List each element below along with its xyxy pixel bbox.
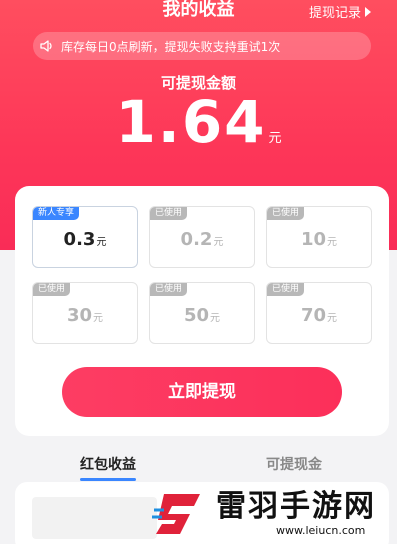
option-tag: 已使用 [150,207,188,220]
active-tab-indicator [80,478,136,481]
withdraw-record-link[interactable]: 提现记录 [309,2,371,21]
amount-option[interactable]: 已使用 0.2元 [149,206,255,268]
option-tag: 已使用 [267,283,305,296]
list-item [32,497,157,539]
triangle-right-icon [365,6,371,17]
tab-red-packet-earnings[interactable]: 红包收益 [80,454,136,474]
withdraw-card: 新人专享 0.3元 已使用 0.2元 已使用 10元 已使用 30元 已使用 5… [15,186,389,436]
option-number: 0.3 [63,229,96,250]
option-value: 70元 [267,305,371,326]
option-unit: 元 [213,237,224,248]
notice-bar: 库存每日0点刷新，提现失败支持重试1次 [33,32,371,60]
withdraw-record-label: 提现记录 [308,6,361,21]
earnings-tabs: 红包收益 可提现金 [0,450,397,484]
speaker-icon [40,40,52,52]
amount-option[interactable]: 已使用 10元 [266,206,372,268]
option-value: 50元 [150,305,254,326]
balance-amount: 1.64 元 [0,88,397,156]
option-tag: 新人专享 [33,207,80,220]
option-unit: 元 [96,237,107,248]
tab-withdrawable-cash[interactable]: 可提现金 [266,454,322,474]
option-number: 0.2 [180,229,213,250]
amount-option[interactable]: 已使用 50元 [149,282,255,344]
balance-unit: 元 [268,131,282,146]
option-tag: 已使用 [150,283,188,296]
option-unit: 元 [210,313,221,324]
notice-text: 库存每日0点刷新，提现失败支持重试1次 [61,39,281,54]
option-tag: 已使用 [33,283,71,296]
amount-option[interactable]: 新人专享 0.3元 [32,206,138,268]
option-number: 50 [183,305,210,326]
watermark-url: www.leiucn.com [276,523,366,537]
withdraw-now-button[interactable]: 立即提现 [62,367,342,417]
option-number: 30 [66,305,93,326]
balance-number: 1.64 [115,88,267,156]
amount-option[interactable]: 已使用 70元 [266,282,372,344]
watermark-name: 雷羽手游网 [216,488,376,524]
option-tag: 已使用 [267,207,305,220]
option-number: 70 [300,305,327,326]
watermark-text: 雷羽手游网 www.leiucn.com [216,488,376,537]
watermark: 雷羽手游网 www.leiucn.com [150,484,395,542]
option-value: 0.3元 [33,229,137,250]
option-number: 10 [300,229,327,250]
option-unit: 元 [327,313,338,324]
option-unit: 元 [327,237,338,248]
amount-option[interactable]: 已使用 30元 [32,282,138,344]
watermark-logo-icon [152,494,200,534]
option-value: 10元 [267,229,371,250]
option-value: 30元 [33,305,137,326]
option-unit: 元 [93,313,104,324]
option-value: 0.2元 [150,229,254,250]
